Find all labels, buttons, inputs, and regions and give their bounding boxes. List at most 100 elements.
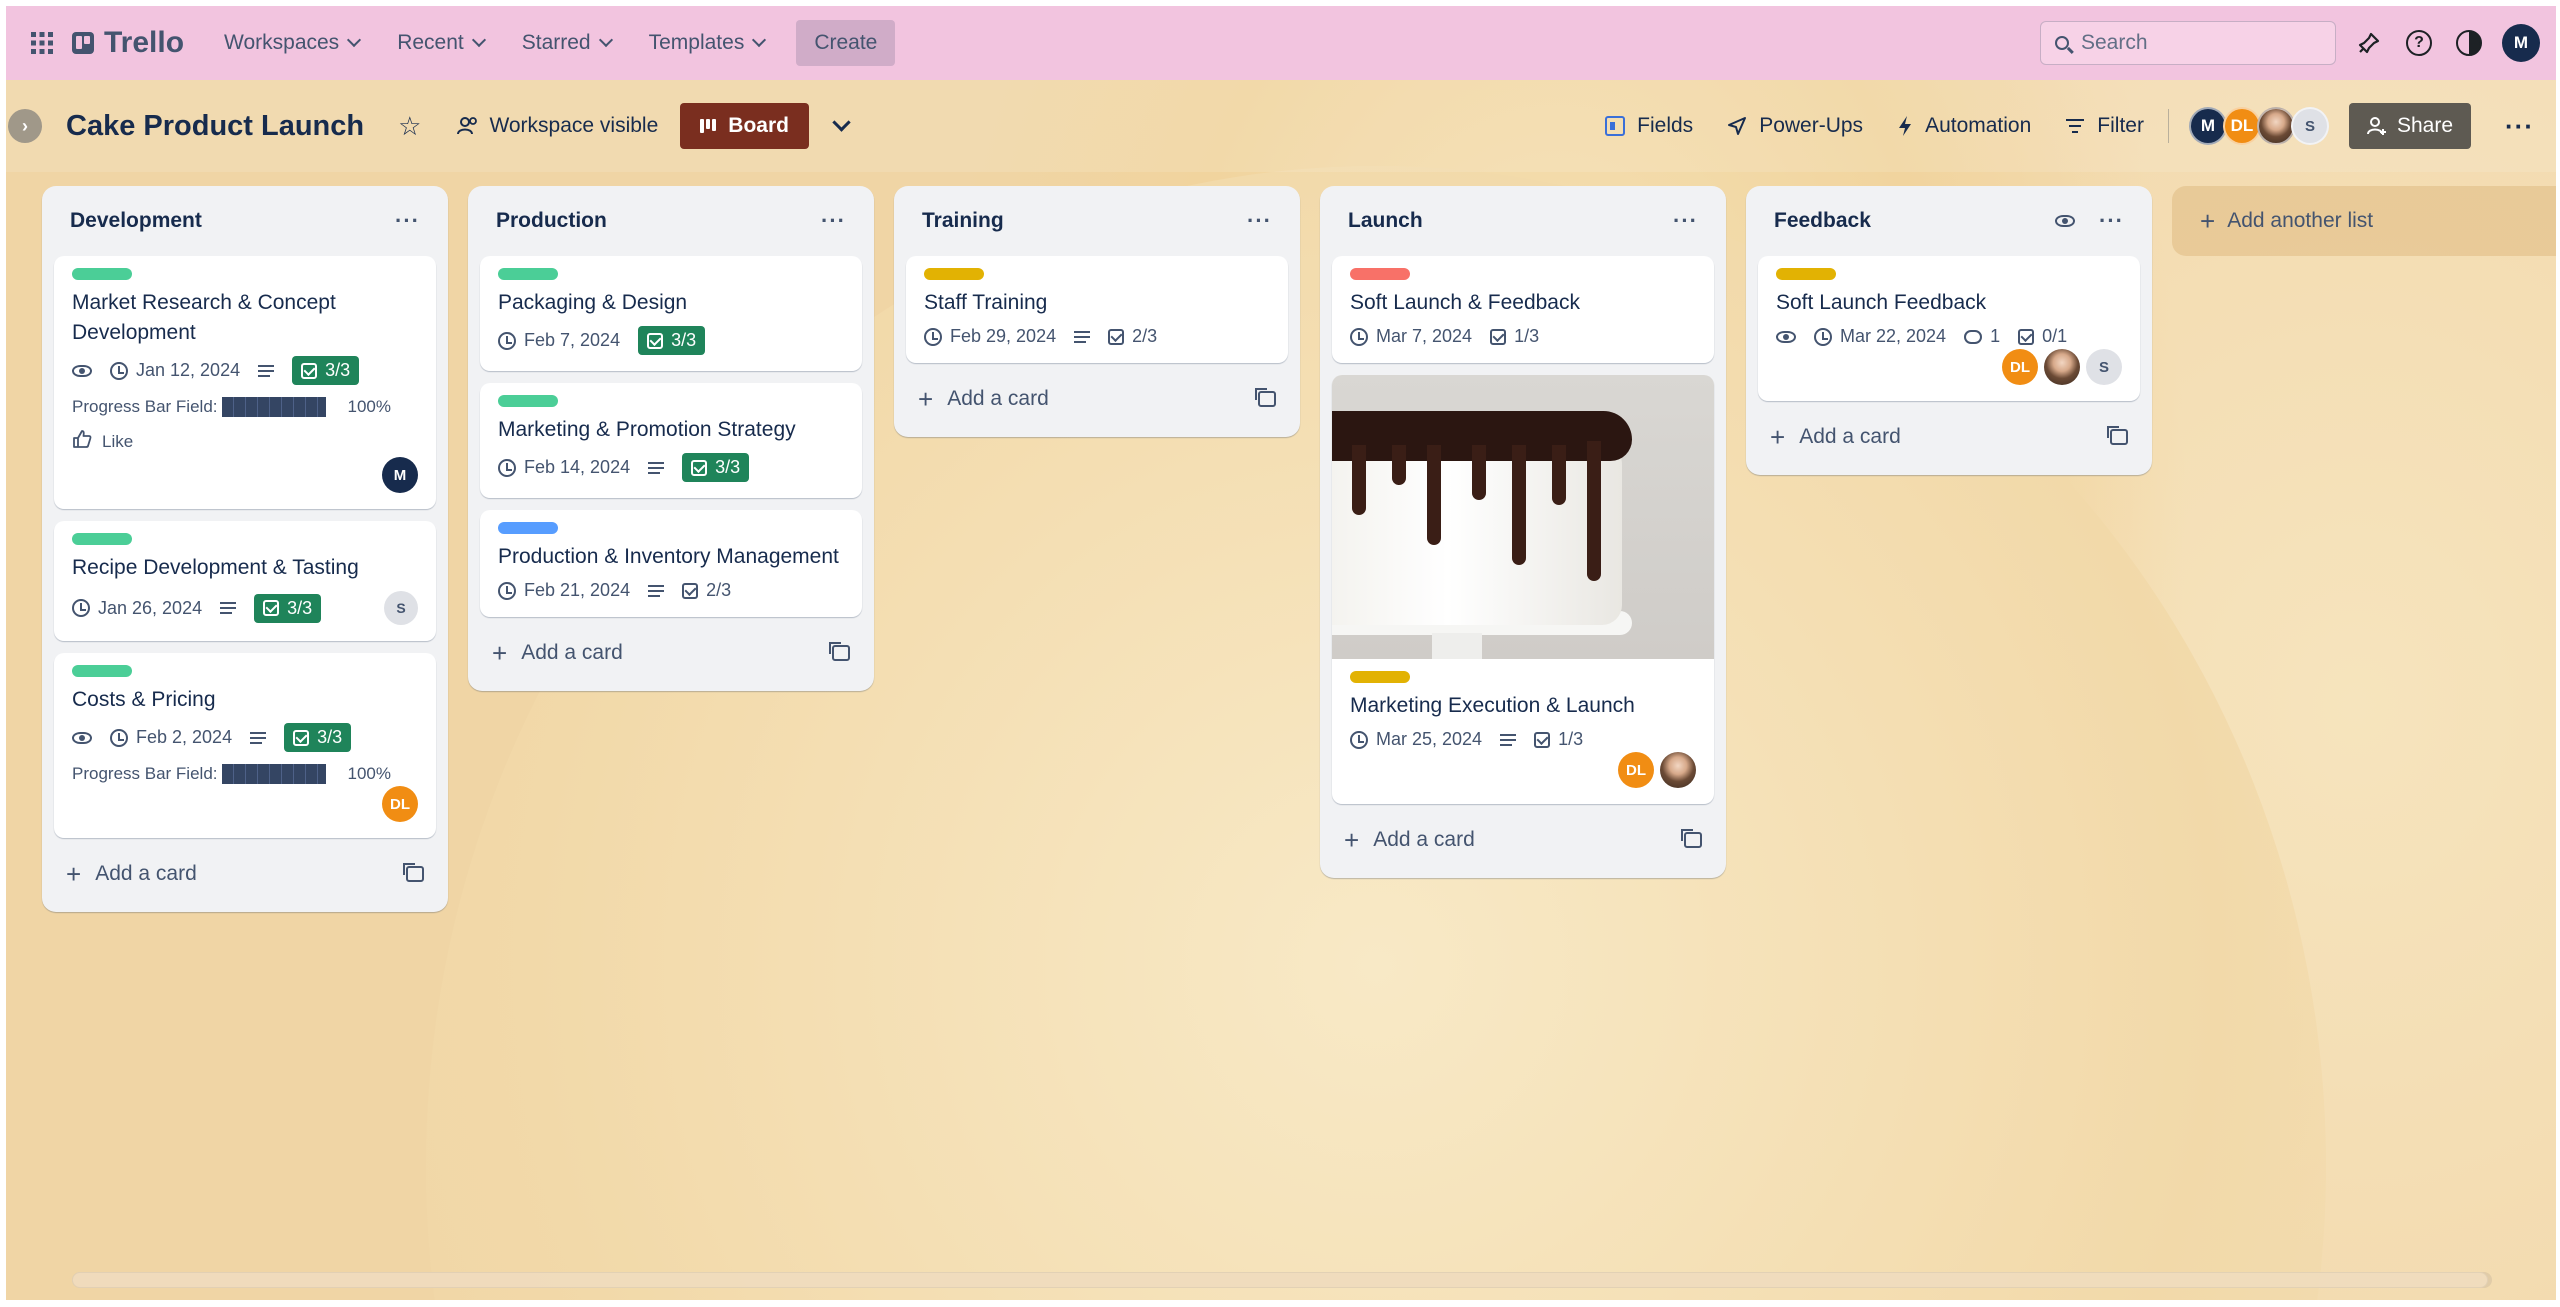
board-view-button[interactable]: Board: [680, 103, 809, 149]
add-card-button[interactable]: + Add a card: [906, 375, 1288, 423]
list-header[interactable]: Launch ···: [1332, 186, 1714, 256]
card[interactable]: Marketing Execution & Launch Mar 25, 202…: [1332, 375, 1714, 804]
filter-button[interactable]: Filter: [2065, 114, 2144, 138]
due-date: Feb 2, 2024: [136, 727, 233, 747]
board-header: › Cake Product Launch ☆ Workspace visibl…: [6, 80, 2556, 172]
member-avatar[interactable]: S: [384, 591, 418, 625]
card[interactable]: Packaging & Design Feb 7, 2024 3/3: [480, 256, 862, 371]
trello-logo[interactable]: Trello: [72, 26, 184, 60]
star-icon[interactable]: ☆: [398, 111, 421, 142]
list-menu-icon[interactable]: ···: [2099, 208, 2124, 234]
list-header[interactable]: Training ···: [906, 186, 1288, 256]
card[interactable]: Marketing & Promotion Strategy Feb 14, 2…: [480, 383, 862, 498]
card[interactable]: Costs & Pricing Feb 2, 2024 3/3 Progress…: [54, 653, 436, 838]
nav-templates[interactable]: Templates: [633, 21, 781, 65]
due-date-badge[interactable]: Jan 12, 2024: [110, 360, 240, 381]
list-title[interactable]: Launch: [1348, 209, 1673, 233]
card-label[interactable]: [1350, 268, 1410, 280]
card[interactable]: Production & Inventory Management Feb 21…: [480, 510, 862, 617]
scrollbar-thumb[interactable]: [72, 1272, 2488, 1288]
card-label[interactable]: [498, 395, 558, 407]
list-title[interactable]: Development: [70, 209, 395, 233]
user-avatar[interactable]: M: [2502, 24, 2540, 62]
notifications-icon[interactable]: [2352, 26, 2386, 60]
card-template-icon[interactable]: [2107, 426, 2128, 445]
card-label[interactable]: [72, 665, 132, 677]
list-menu-icon[interactable]: ···: [1673, 208, 1698, 234]
add-list-button[interactable]: + Add another list: [2172, 186, 2556, 256]
list-menu-icon[interactable]: ···: [821, 208, 846, 234]
create-button[interactable]: Create: [796, 20, 896, 66]
due-date-badge[interactable]: Feb 7, 2024: [498, 330, 620, 351]
card-label[interactable]: [1776, 268, 1836, 280]
list-header[interactable]: Production ···: [480, 186, 862, 256]
card[interactable]: Staff Training Feb 29, 2024 2/3: [906, 256, 1288, 363]
member-avatar-photo[interactable]: [2256, 107, 2295, 145]
due-date-badge[interactable]: Feb 29, 2024: [924, 326, 1056, 347]
card-label[interactable]: [1350, 671, 1410, 683]
list-menu-icon[interactable]: ···: [395, 208, 420, 234]
card-label[interactable]: [72, 533, 132, 545]
share-button[interactable]: Share: [2348, 103, 2472, 149]
due-date-badge[interactable]: Jan 26, 2024: [72, 598, 202, 619]
list-title[interactable]: Training: [922, 209, 1247, 233]
card-template-icon[interactable]: [403, 863, 424, 882]
list-menu-icon[interactable]: ···: [1247, 208, 1272, 234]
member-avatar[interactable]: M: [2188, 107, 2227, 145]
theme-icon[interactable]: [2452, 26, 2486, 60]
due-date-badge[interactable]: Feb 21, 2024: [498, 580, 630, 601]
card[interactable]: Soft Launch & Feedback Mar 7, 2024 1/3: [1332, 256, 1714, 363]
card-label[interactable]: [72, 268, 132, 280]
due-date-badge[interactable]: Mar 25, 2024: [1350, 729, 1482, 750]
add-card-button[interactable]: + Add a card: [1758, 413, 2140, 461]
add-card-button[interactable]: + Add a card: [1332, 816, 1714, 864]
list-header[interactable]: Development ···: [54, 186, 436, 256]
list-header[interactable]: Feedback ···: [1758, 186, 2140, 256]
member-avatar[interactable]: DL: [2002, 349, 2038, 385]
due-date-badge[interactable]: Mar 22, 2024: [1814, 326, 1946, 347]
member-avatar-photo[interactable]: [2044, 349, 2080, 385]
automation-button[interactable]: Automation: [1897, 114, 2031, 138]
board-title[interactable]: Cake Product Launch: [66, 110, 364, 143]
card-label[interactable]: [924, 268, 984, 280]
help-icon[interactable]: ?: [2402, 26, 2436, 60]
member-avatar[interactable]: M: [382, 457, 418, 493]
fields-button[interactable]: Fields: [1605, 114, 1693, 138]
nav-recent[interactable]: Recent: [381, 21, 500, 65]
card-template-icon[interactable]: [829, 642, 850, 661]
watching-list-icon[interactable]: [2055, 210, 2076, 233]
add-card-button[interactable]: + Add a card: [480, 629, 862, 677]
nav-workspaces[interactable]: Workspaces: [208, 21, 375, 65]
horizontal-scrollbar[interactable]: [72, 1272, 2492, 1288]
visibility-button[interactable]: Workspace visible: [457, 114, 658, 138]
add-card-button[interactable]: + Add a card: [54, 850, 436, 898]
card-template-icon[interactable]: [1255, 388, 1276, 407]
card[interactable]: Recipe Development & Tasting Jan 26, 202…: [54, 521, 436, 641]
list-title[interactable]: Feedback: [1774, 209, 2055, 233]
nav-starred[interactable]: Starred: [506, 21, 627, 65]
clock-icon: [110, 728, 128, 747]
member-avatar[interactable]: DL: [1618, 752, 1654, 788]
due-date-badge[interactable]: Feb 2, 2024: [110, 727, 232, 748]
expand-sidebar-icon[interactable]: ›: [8, 109, 42, 143]
card[interactable]: Soft Launch Feedback Mar 22, 2024 1 0/1 …: [1758, 256, 2140, 401]
search-input[interactable]: Search: [2040, 21, 2336, 65]
member-avatar[interactable]: S: [2086, 349, 2122, 385]
card-label[interactable]: [498, 522, 558, 534]
more-options-icon[interactable]: ···: [2505, 111, 2534, 142]
due-date-badge[interactable]: Mar 7, 2024: [1350, 326, 1472, 347]
card-template-icon[interactable]: [1681, 829, 1702, 848]
member-avatar[interactable]: DL: [382, 786, 418, 822]
list-title[interactable]: Production: [496, 209, 821, 233]
member-avatar[interactable]: DL: [2222, 107, 2261, 145]
card[interactable]: Market Research & Concept Development Ja…: [54, 256, 436, 509]
like-button[interactable]: Like: [72, 429, 418, 455]
chevron-down-icon[interactable]: [832, 112, 851, 132]
member-avatar[interactable]: S: [2290, 107, 2329, 145]
member-avatar-photo[interactable]: [1660, 752, 1696, 788]
powerups-button[interactable]: Power-Ups: [1727, 114, 1863, 138]
add-card-label: Add a card: [1799, 425, 1901, 448]
apps-grid-icon[interactable]: [22, 23, 62, 63]
card-label[interactable]: [498, 268, 558, 280]
due-date-badge[interactable]: Feb 14, 2024: [498, 457, 630, 478]
